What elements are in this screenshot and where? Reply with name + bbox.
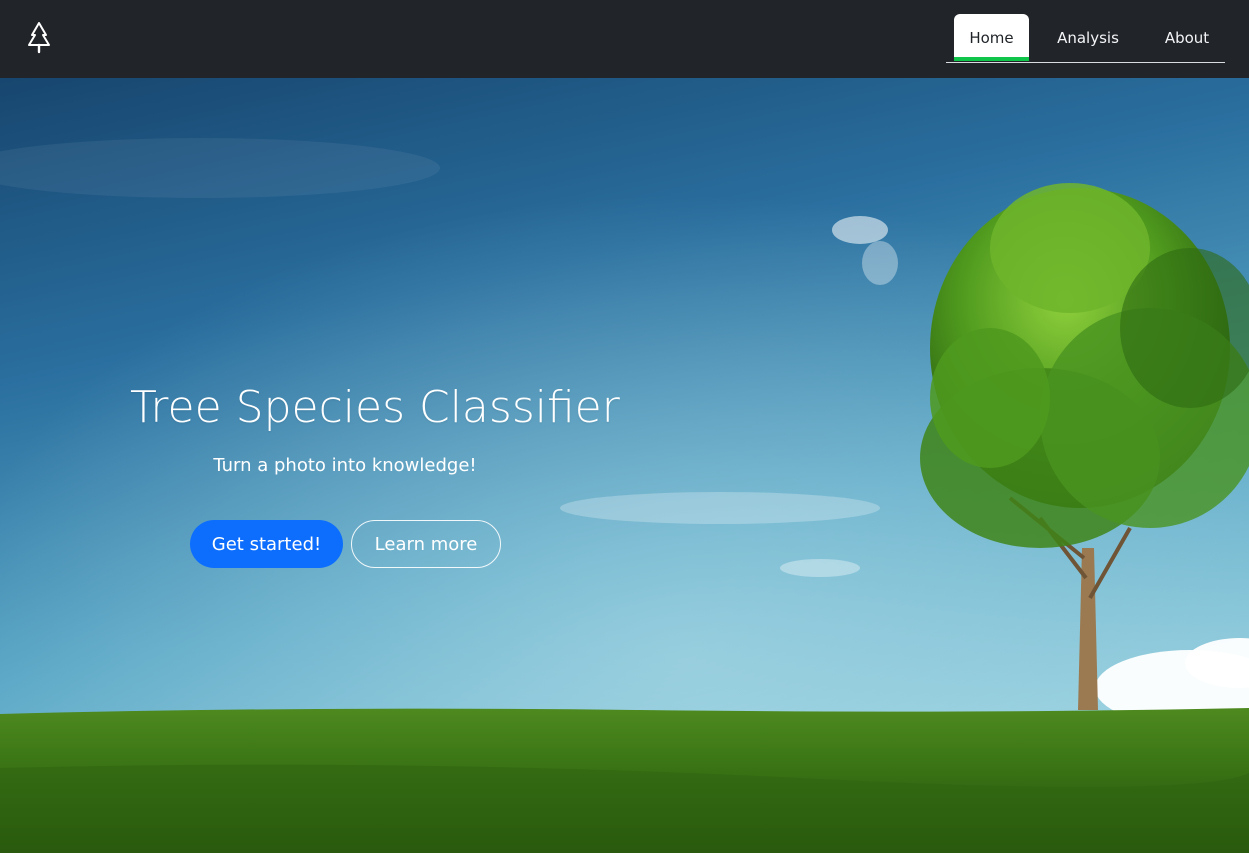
top-navbar: Home Analysis About <box>0 0 1249 78</box>
hero-section: Tree Species Classifier Turn a photo int… <box>0 78 1249 853</box>
hero-title: Tree Species Classifier <box>130 382 620 433</box>
tree-icon[interactable] <box>25 21 53 55</box>
get-started-button[interactable]: Get started! <box>190 520 343 568</box>
hero-subtitle: Turn a photo into knowledge! <box>213 455 477 476</box>
nav-home[interactable]: Home <box>954 14 1029 61</box>
learn-more-button[interactable]: Learn more <box>351 520 501 568</box>
nav-analysis[interactable]: Analysis <box>1048 14 1128 61</box>
main-nav: Home Analysis About <box>946 14 1225 63</box>
nav-about[interactable]: About <box>1150 14 1224 61</box>
